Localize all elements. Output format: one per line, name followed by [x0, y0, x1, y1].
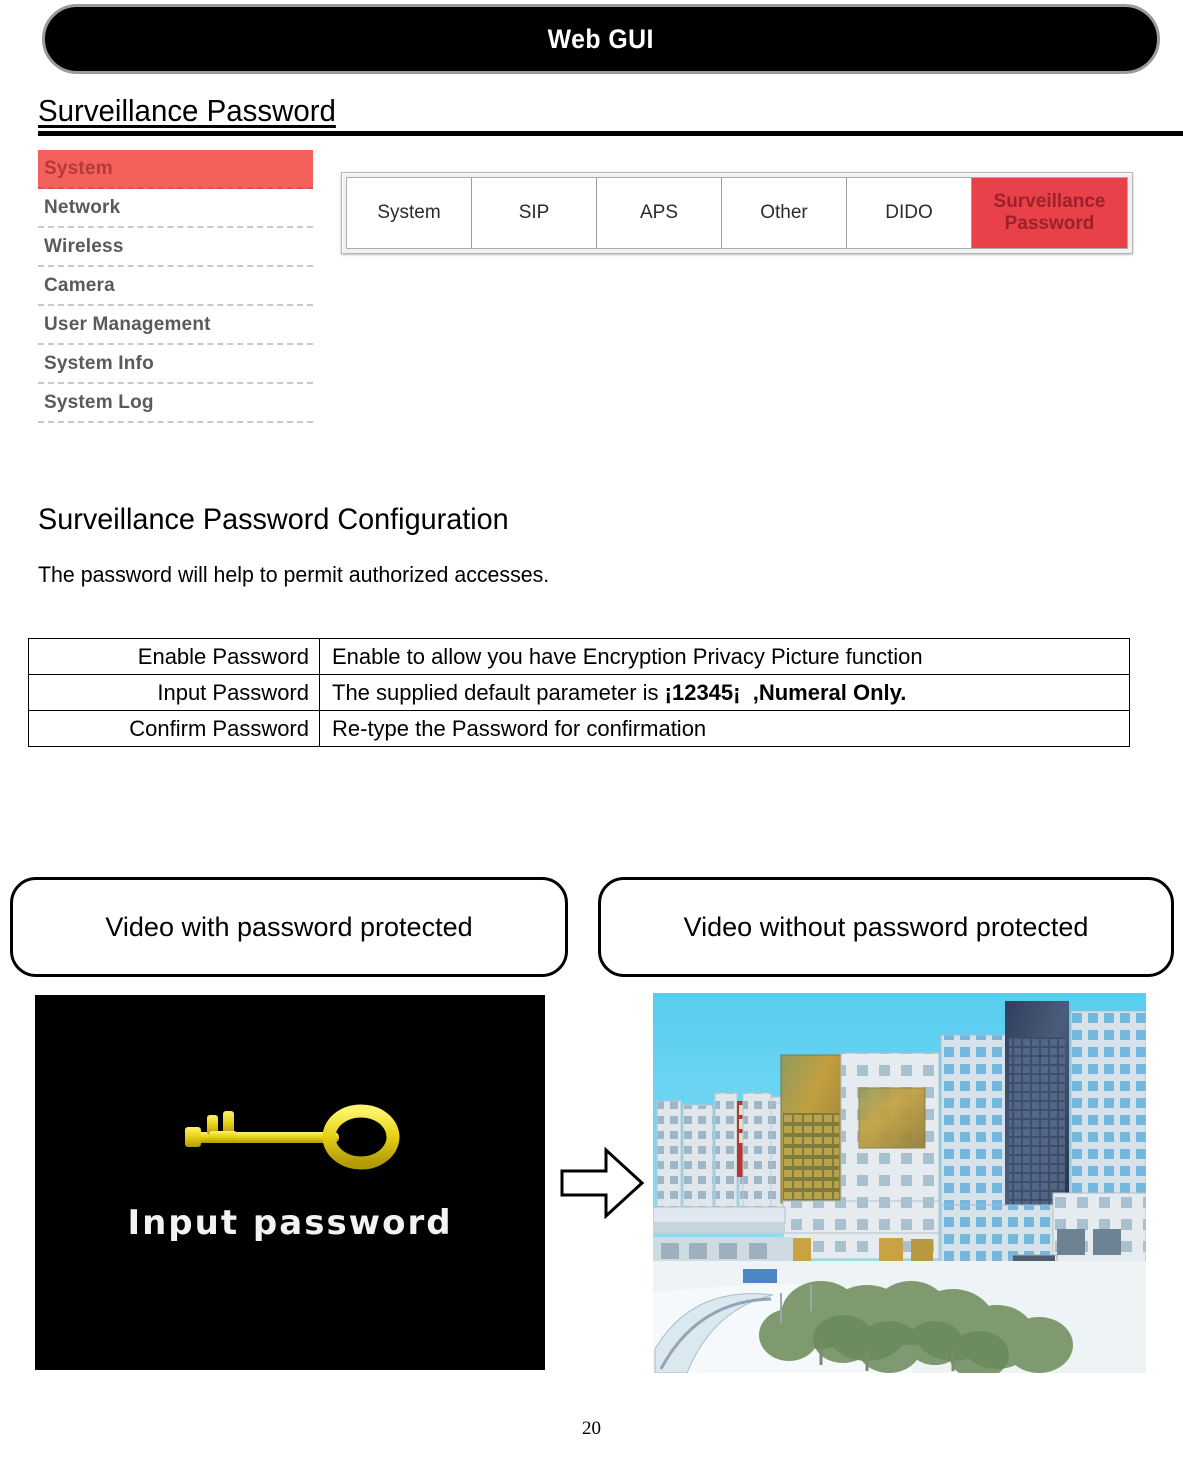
sidebar-menu: System Network Wireless Camera User Mana… [38, 150, 313, 423]
parameter-table: Enable Password Enable to allow you have… [28, 638, 1130, 747]
tab-label: Surveillance Password [993, 191, 1106, 234]
tab-other[interactable]: Other [722, 178, 847, 248]
page-number: 20 [582, 1418, 601, 1439]
table-row: Input Password The supplied default para… [28, 674, 1130, 711]
param-desc-prefix: Re-type the Password for confirmation [332, 715, 707, 741]
sidebar-item-label: System [44, 157, 113, 179]
page-title-text: Surveillance Password [38, 93, 336, 128]
param-label: Enable Password [28, 638, 320, 675]
caption-label: Video with password protected [105, 912, 473, 942]
caption-label: Video without password protected [683, 912, 1089, 942]
config-heading: Surveillance Password Configuration [38, 503, 509, 536]
page-title-underline [38, 131, 1183, 136]
param-desc-prefix: Enable to allow you have Encryption Priv… [332, 643, 923, 669]
config-subtitle: The password will help to permit authori… [38, 562, 550, 587]
sidebar-item-wireless[interactable]: Wireless [38, 228, 313, 267]
param-description: The supplied default parameter is ¡12345… [319, 674, 1130, 711]
tab-strip-inner: System SIP APS Other DIDO Surveillance P… [346, 177, 1128, 249]
param-desc-note: ,Numeral Only. [752, 679, 907, 705]
sidebar-item-label: Wireless [44, 235, 124, 257]
cityscape-image [653, 993, 1146, 1373]
sidebar-item-system-log[interactable]: System Log [38, 384, 313, 423]
tab-sip[interactable]: SIP [472, 178, 597, 248]
video-overlay-text: Input password [127, 1203, 453, 1243]
window-title-text: Web GUI [547, 23, 655, 54]
sidebar-item-label: System Info [44, 352, 154, 374]
tab-label: SIP [518, 202, 550, 223]
right-arrow-icon [560, 1146, 645, 1220]
window-title-bar: Web GUI [42, 4, 1160, 74]
sidebar-item-label: Network [44, 196, 121, 218]
param-description: Enable to allow you have Encryption Priv… [319, 638, 1130, 675]
flow-arrow [560, 1145, 645, 1221]
sidebar-item-system-info[interactable]: System Info [38, 345, 313, 384]
sidebar-item-system[interactable]: System [38, 150, 313, 189]
param-desc-prefix: The supplied default parameter is [332, 679, 665, 705]
table-row: Confirm Password Re-type the Password fo… [28, 710, 1130, 747]
caption-box-unprotected: Video without password protected [598, 877, 1174, 977]
caption-box-protected: Video with password protected [10, 877, 568, 977]
tab-surveillance-password[interactable]: Surveillance Password [972, 178, 1127, 248]
tab-label: APS [639, 202, 679, 223]
video-password-protected: Input password [35, 995, 545, 1370]
sidebar-item-user-management[interactable]: User Management [38, 306, 313, 345]
sidebar-item-label: Camera [44, 274, 115, 296]
table-row: Enable Password Enable to allow you have… [28, 638, 1130, 675]
sidebar-item-network[interactable]: Network [38, 189, 313, 228]
key-icon [185, 1104, 400, 1170]
sidebar-item-label: System Log [44, 391, 154, 413]
tab-label: System [377, 202, 441, 223]
sidebar-item-camera[interactable]: Camera [38, 267, 313, 306]
tab-label: Other [760, 202, 808, 223]
tab-aps[interactable]: APS [597, 178, 722, 248]
video-unprotected [653, 993, 1146, 1373]
tab-label: DIDO [885, 202, 933, 223]
param-label: Confirm Password [28, 710, 320, 747]
param-desc-default-value: ¡12345¡ [664, 679, 741, 705]
sidebar-item-label: User Management [44, 313, 211, 335]
param-label: Input Password [28, 674, 320, 711]
tab-dido[interactable]: DIDO [847, 178, 972, 248]
tab-system[interactable]: System [347, 178, 472, 248]
param-description: Re-type the Password for confirmation [319, 710, 1130, 747]
page-title: Surveillance Password [38, 92, 1183, 130]
tab-strip: System SIP APS Other DIDO Surveillance P… [341, 172, 1133, 254]
